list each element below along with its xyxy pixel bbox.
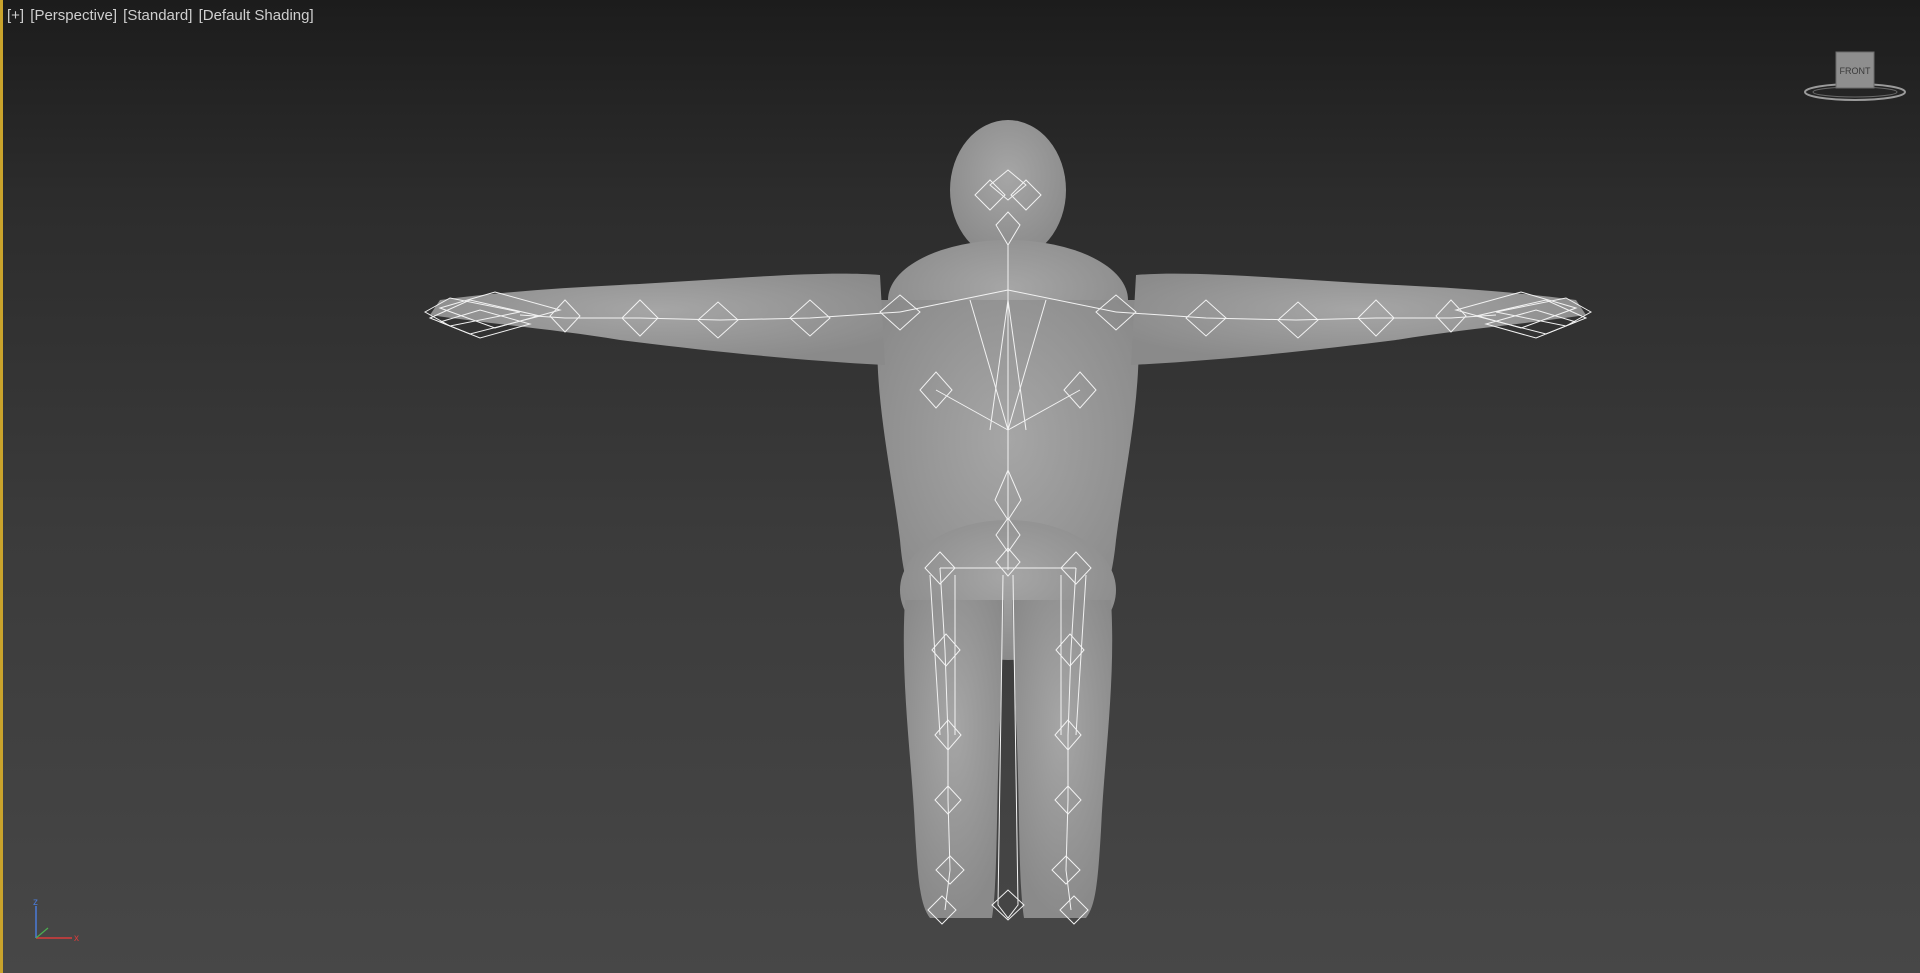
viewcube-face-label[interactable]: FRONT	[1840, 66, 1871, 76]
perspective-viewport[interactable]: [+] [Perspective] [Standard] [Default Sh…	[0, 0, 1920, 973]
y-axis-line	[35, 927, 49, 939]
x-axis-label: x	[74, 933, 79, 944]
scene-canvas[interactable]	[0, 0, 1920, 973]
biped-skeleton[interactable]	[423, 169, 1593, 925]
axis-tripod-icon: z x	[33, 897, 79, 944]
z-axis-label: z	[33, 897, 38, 908]
viewcube-icon[interactable]: FRONT	[1800, 48, 1910, 108]
